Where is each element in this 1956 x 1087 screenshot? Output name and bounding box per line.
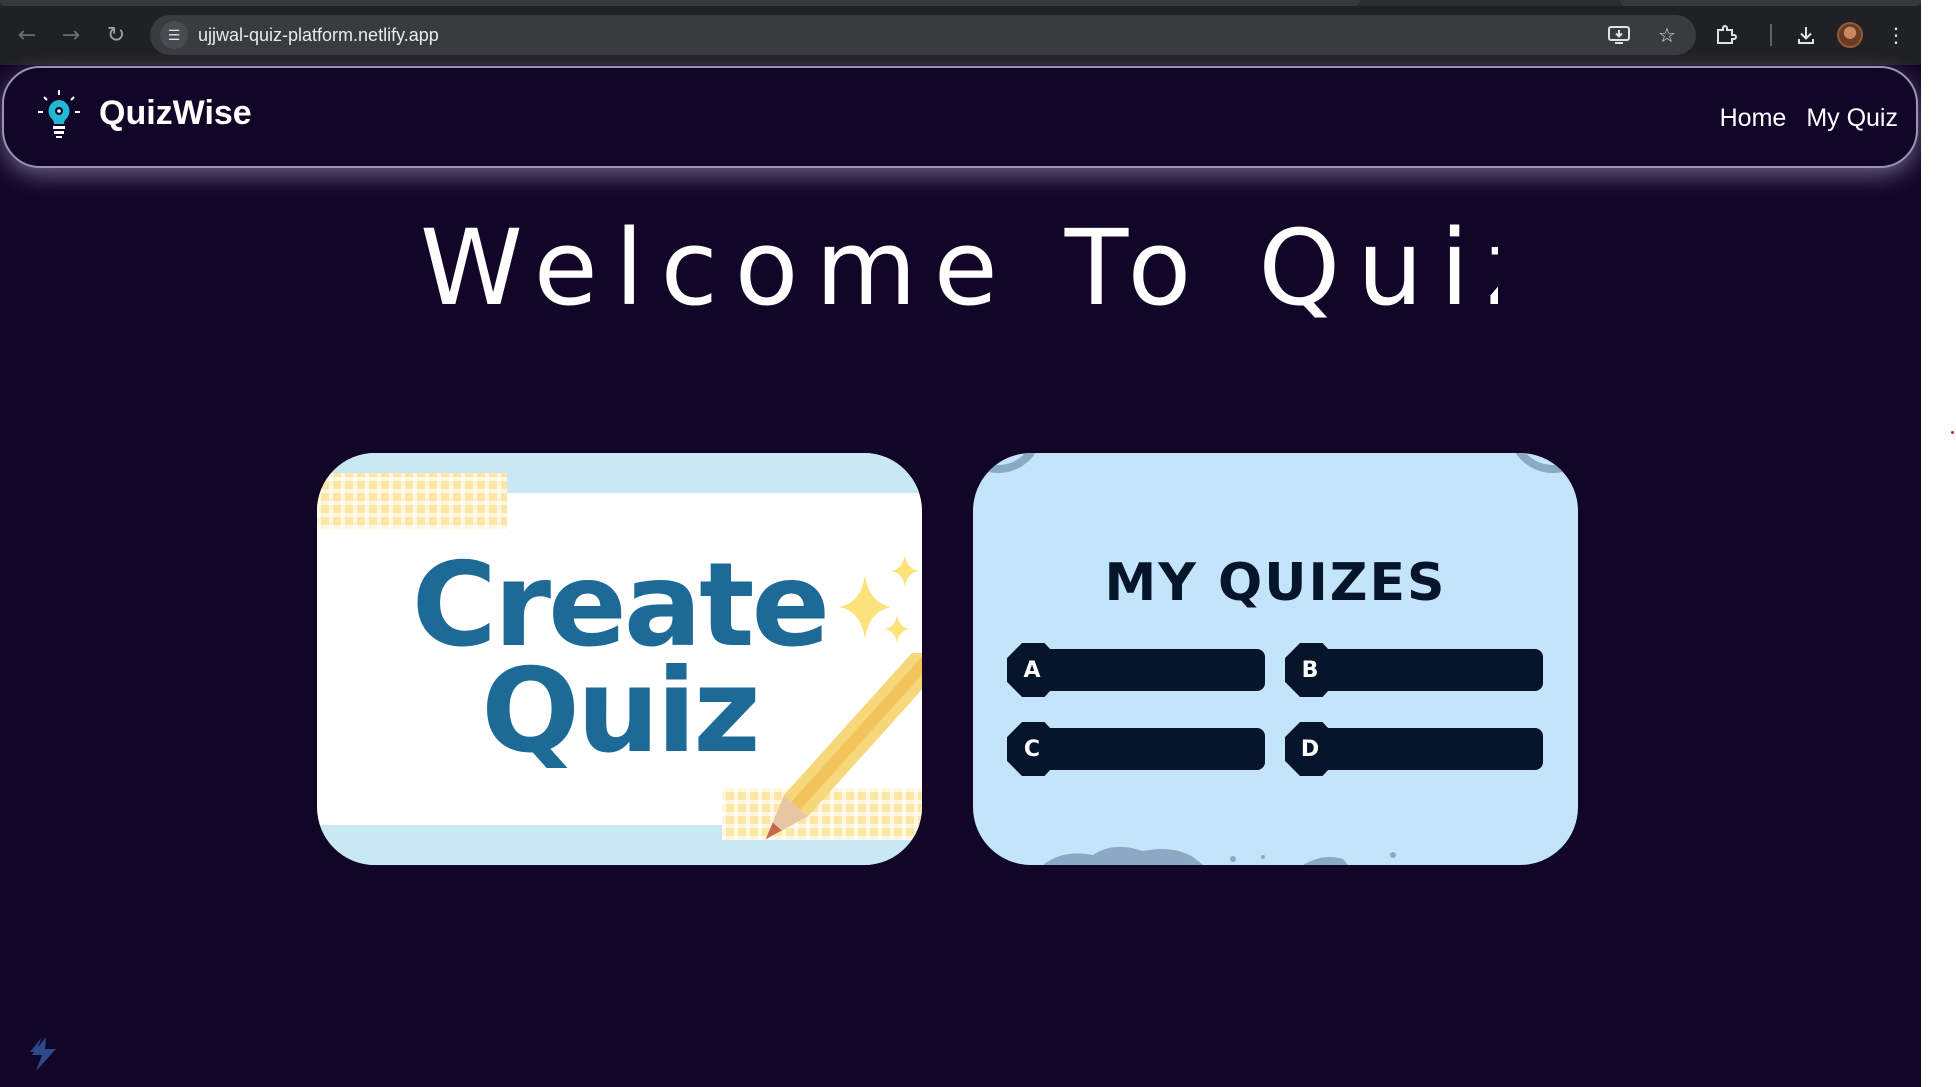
nav-link-my-quiz[interactable]: My Quiz <box>1806 104 1898 133</box>
option-d: D <box>1285 722 1543 776</box>
option-badge: D <box>1285 722 1335 776</box>
option-b: B <box>1285 643 1543 697</box>
option-badge: A <box>1007 643 1057 697</box>
welcome-heading: Welcome To QuizW <box>420 208 1498 328</box>
forward-button[interactable]: → <box>56 20 86 50</box>
tab-edge[interactable] <box>1620 0 1921 6</box>
site-info-button[interactable]: ☰ <box>160 21 188 49</box>
option-bar <box>1045 728 1265 770</box>
brand-name[interactable]: QuizWise <box>99 94 252 133</box>
option-bar <box>1045 649 1265 691</box>
option-badge: C <box>1007 722 1057 776</box>
toolbar-divider <box>1770 24 1772 46</box>
reload-button[interactable]: ↻ <box>101 20 131 50</box>
sparkles-icon <box>839 555 919 643</box>
active-tab-edge[interactable] <box>0 0 1360 6</box>
downloads-button[interactable] <box>1791 20 1821 50</box>
puzzle-icon <box>1717 25 1737 44</box>
tune-icon: ☰ <box>167 26 181 43</box>
ring-decoration <box>1508 453 1578 473</box>
download-icon <box>1798 27 1814 44</box>
site-navbar: QuizWise Home My Quiz <box>2 66 1918 168</box>
address-bar[interactable]: ☰ ujjwal-quiz-platform.netlify.app ☆ <box>150 15 1696 55</box>
option-bar <box>1323 728 1543 770</box>
reload-icon: ↻ <box>106 22 126 48</box>
nav-links: Home My Quiz <box>1720 104 1898 133</box>
welcome-heading-container: Welcome To QuizW <box>420 208 1498 328</box>
tab-strip <box>0 0 1921 6</box>
pencil-icon <box>765 653 922 840</box>
extensions-button[interactable] <box>1711 20 1741 50</box>
netlify-badge-icon[interactable] <box>28 1035 60 1073</box>
splash-decoration <box>1043 846 1396 865</box>
my-quizes-title: MY QUIZES <box>1104 553 1447 613</box>
nav-link-home[interactable]: Home <box>1720 104 1787 133</box>
browser-menu-button[interactable]: ⋮ <box>1881 20 1911 50</box>
star-icon: ☆ <box>1658 24 1676 47</box>
url-text[interactable]: ujjwal-quiz-platform.netlify.app <box>198 25 439 46</box>
stray-dot <box>1951 431 1954 434</box>
my-quizes-card[interactable]: MY QUIZES A B C D <box>973 453 1578 865</box>
lightbulb-logo-icon[interactable] <box>36 88 82 142</box>
bookmark-button[interactable]: ☆ <box>1652 20 1682 50</box>
tape-decoration <box>317 473 507 529</box>
option-badge: B <box>1285 643 1335 697</box>
arrow-left-icon: ← <box>17 22 37 48</box>
browser-window: ← → ↻ ☰ ujjwal-quiz-platform.netlify.app <box>0 0 1921 1087</box>
profile-avatar[interactable] <box>1837 22 1863 48</box>
more-vertical-icon: ⋮ <box>1886 24 1906 47</box>
arrow-right-icon: → <box>61 22 81 48</box>
browser-toolbar: ← → ↻ ☰ ujjwal-quiz-platform.netlify.app <box>0 0 1921 65</box>
ring-decoration <box>973 453 1043 473</box>
option-a: A <box>1007 643 1265 697</box>
option-bar <box>1323 649 1543 691</box>
install-app-icon <box>1608 26 1630 44</box>
install-app-button[interactable] <box>1604 20 1634 50</box>
option-c: C <box>1007 722 1265 776</box>
back-button[interactable]: ← <box>12 20 42 50</box>
create-quiz-card[interactable]: Create Quiz <box>317 453 922 865</box>
